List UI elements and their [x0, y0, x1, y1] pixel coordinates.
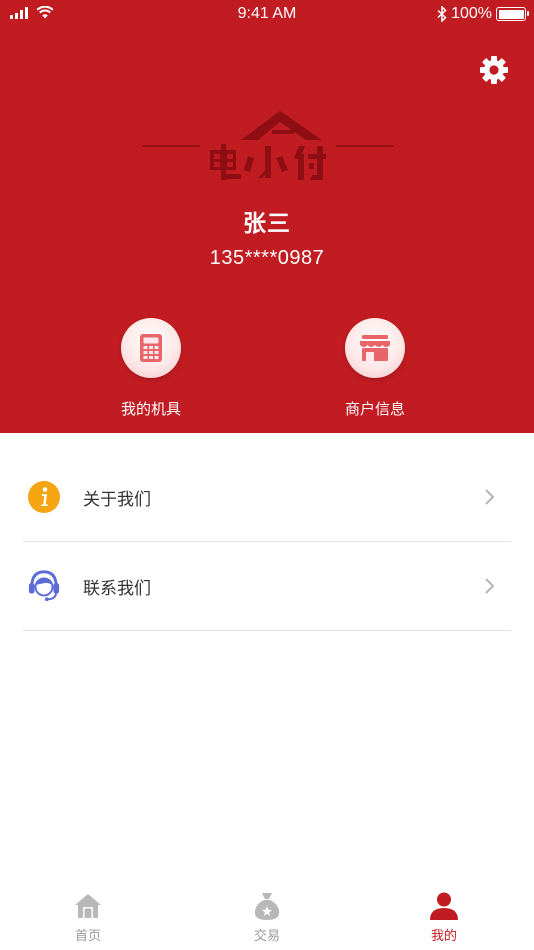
info-icon: [27, 480, 61, 514]
calculator-icon: [140, 334, 162, 362]
merchant-info-label: 商户信息: [344, 401, 405, 418]
chevron-right-icon: [485, 578, 495, 594]
tab-transactions[interactable]: 交易: [227, 890, 307, 944]
customer-service-icon: [27, 569, 61, 603]
app-logo: [142, 111, 394, 180]
tab-mine[interactable]: 我的: [404, 890, 484, 944]
my-devices-label: 我的机具: [120, 401, 181, 418]
tab-label: 交易: [253, 928, 280, 943]
tab-label: 我的: [430, 928, 457, 943]
gear-icon: [480, 56, 508, 84]
tab-label: 首页: [74, 928, 101, 943]
chevron-right-icon: [485, 489, 495, 505]
bluetooth-icon: [437, 6, 447, 22]
home-icon: [75, 894, 101, 918]
settings-button[interactable]: [478, 54, 510, 86]
my-devices-icon-circle: [121, 318, 181, 378]
money-bag-icon: [254, 893, 280, 920]
menu-item-label: 联系我们: [83, 578, 151, 598]
menu-item-label: 关于我们: [83, 489, 151, 509]
merchant-info-button[interactable]: 商户信息: [305, 318, 445, 419]
battery-level: [498, 9, 524, 19]
tab-bar: 首页 交易 我的: [0, 880, 534, 950]
battery-percent: 100%: [451, 5, 492, 22]
settings-menu: 关于我们 联系我们: [0, 453, 534, 631]
tab-home[interactable]: 首页: [48, 890, 128, 944]
my-devices-button[interactable]: 我的机具: [81, 318, 221, 419]
battery-icon: [496, 7, 529, 21]
status-bar: 9:41 AM 100%: [0, 0, 534, 30]
user-name: 张三: [243, 210, 291, 236]
menu-item-about-us[interactable]: 关于我们: [23, 453, 511, 542]
profile-header: 9:41 AM 100% 张三 135****0987 我的机具 商户信息: [0, 0, 534, 433]
menu-item-contact-us[interactable]: 联系我们: [23, 542, 511, 631]
person-icon: [430, 892, 458, 920]
merchant-info-icon-circle: [345, 318, 405, 378]
user-phone: 135****0987: [209, 247, 325, 269]
store-icon: [360, 335, 390, 361]
